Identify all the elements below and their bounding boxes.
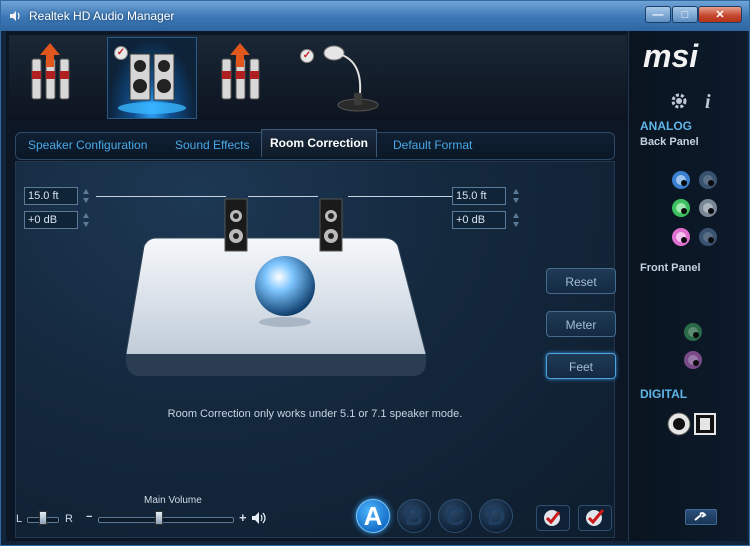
selected-check-icon: ✓ [114, 46, 128, 60]
device-speakers[interactable]: ✓ [107, 37, 197, 119]
back-panel-label: Back Panel [640, 136, 699, 148]
back-side-jack-icon[interactable] [699, 199, 717, 217]
msi-logo: msi [643, 39, 699, 74]
rca-plugs-icon [221, 43, 260, 100]
tab-sound-effects[interactable]: Sound Effects [175, 138, 250, 152]
close-icon: ✕ [715, 9, 725, 21]
left-gain-field[interactable]: +0 dB [24, 211, 78, 229]
back-jack-2-icon[interactable] [699, 228, 717, 246]
preset-c-button[interactable]: C [438, 499, 472, 533]
room-correction-notice: Room Correction only works under 5.1 or … [167, 408, 463, 420]
settings-info-icons: i [671, 91, 711, 111]
wrench-button[interactable] [685, 509, 717, 525]
device-line-in-rear[interactable] [14, 37, 104, 119]
volume-speaker-icon[interactable] [251, 511, 269, 525]
left-gain-spinner-icon[interactable] [82, 211, 90, 229]
minimize-button[interactable]: — [645, 6, 671, 23]
preset-b-button[interactable]: B [397, 499, 431, 533]
speaker-app-icon [10, 11, 20, 21]
close-button[interactable]: ✕ [698, 6, 742, 23]
balance-right-label: R [65, 513, 73, 525]
main-volume-slider[interactable] [98, 517, 234, 523]
tab-bar: Speaker Configuration Sound Effects Room… [15, 129, 615, 160]
device-microphone[interactable]: ✓ [294, 37, 384, 119]
back-jack-icon[interactable] [699, 171, 717, 189]
window-title: Realtek HD Audio Manager [29, 9, 175, 23]
balance-slider-thumb[interactable] [39, 511, 47, 525]
front-headphone-jack-icon[interactable] [684, 323, 702, 341]
left-speaker-icon [224, 198, 248, 252]
back-line-in-jack-icon[interactable] [672, 171, 690, 189]
left-link-line [96, 196, 226, 197]
wrench-icon [694, 512, 707, 521]
room-stage-icon [126, 237, 426, 376]
feet-button[interactable]: Feet [546, 353, 616, 379]
analog-title: ANALOG [640, 119, 692, 133]
brand-panel: msi i ANALOG Back Panel Front Panel DIGI… [628, 31, 747, 541]
right-gain-field[interactable]: +0 dB [452, 211, 506, 229]
tab-speaker-configuration[interactable]: Speaker Configuration [28, 138, 147, 152]
volume-minus-icon: − [86, 511, 93, 523]
back-mic-jack-icon[interactable] [672, 228, 690, 246]
volume-plus-icon: + [239, 510, 247, 525]
left-distance-field[interactable]: 15.0 ft [24, 187, 78, 205]
balance-left-label: L [16, 513, 23, 525]
check-edit-icon [586, 509, 605, 526]
right-gain-spinner-icon[interactable] [512, 211, 520, 229]
checked-icon: ✓ [300, 49, 314, 63]
tab-room-correction[interactable]: Room Correction [261, 129, 378, 157]
apply-all-button[interactable] [578, 505, 612, 531]
main-volume-thumb[interactable] [155, 511, 164, 525]
tab-default-format[interactable]: Default Format [393, 138, 472, 152]
meter-button[interactable]: Meter [546, 311, 616, 337]
maximize-button[interactable]: □ [672, 6, 698, 23]
digital-connectors-icon [667, 412, 716, 436]
room-correction-panel: 15.0 ft +0 dB 15.0 ft +0 dB Reset Meter … [15, 161, 616, 538]
device-bar: ✓ ✓ [9, 35, 627, 121]
client-area: ✓ ✓ Speaker Configuration Sound Effects … [6, 31, 747, 541]
digital-title: DIGITAL [640, 387, 688, 401]
right-speaker-icon [319, 198, 343, 252]
center-link-line [248, 196, 318, 197]
preset-d-button[interactable]: D [479, 499, 513, 533]
reset-button[interactable]: Reset [546, 268, 616, 294]
rca-plugs-icon [31, 43, 70, 100]
back-line-out-jack-icon[interactable] [672, 199, 690, 217]
gear-icon[interactable] [671, 93, 687, 109]
right-distance-field[interactable]: 15.0 ft [452, 187, 506, 205]
info-icon: i [705, 91, 711, 111]
svg-text:msi: msi [643, 39, 699, 74]
front-mic-jack-icon[interactable] [684, 351, 702, 369]
front-panel-label: Front Panel [640, 262, 701, 274]
realtek-window: Realtek HD Audio Manager — □ ✕ ✓ ✓ Speak… [0, 0, 750, 546]
right-distance-spinner-icon[interactable] [512, 187, 520, 205]
right-link-line [348, 196, 452, 197]
left-distance-spinner-icon[interactable] [82, 187, 90, 205]
device-line-in-front[interactable] [204, 37, 294, 119]
title-bar[interactable]: Realtek HD Audio Manager — □ ✕ [1, 1, 749, 31]
minimize-icon: — [652, 8, 664, 21]
maximize-icon: □ [681, 8, 689, 21]
apply-button[interactable] [536, 505, 570, 531]
checkmark-icon [544, 510, 561, 526]
bottom-controls: L R Main Volume − + A B C D [6, 495, 626, 539]
main-volume-label: Main Volume [144, 495, 202, 506]
preset-a-button[interactable]: A [356, 499, 390, 533]
